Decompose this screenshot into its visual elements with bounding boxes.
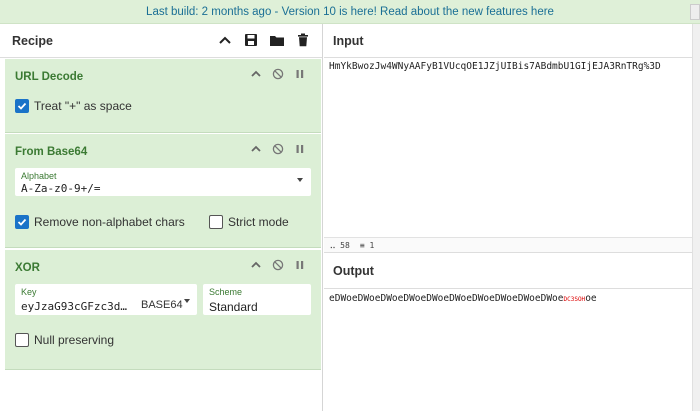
input-title: Input	[333, 33, 364, 48]
pause-icon[interactable]	[293, 142, 307, 156]
checkbox-checked-icon[interactable]	[15, 215, 29, 229]
alphabet-value: A-Za-z0-9+/=	[21, 182, 101, 195]
output-textarea[interactable]: eDWoeDWoeDWoeDWoeDWoeDWoeDWoeDWoeDWoeDWo…	[329, 293, 597, 304]
strict-mode-checkbox-row[interactable]: Strict mode	[209, 215, 289, 229]
op-controls	[249, 67, 307, 81]
recipe-pane: Recipe URL Decode Treat "+" as space Fro…	[0, 24, 323, 411]
last-build-link[interactable]: Last build: 2 months ago	[146, 6, 271, 18]
disable-icon[interactable]	[271, 142, 285, 156]
key-encoding-select[interactable]: BASE64	[141, 299, 183, 311]
output-text: eDWoeDWoeDWoeDWoeDWoeDWoeDWoeDWoeDWoeDWo…	[329, 293, 564, 304]
chevron-down-icon	[297, 178, 303, 182]
op-title: URL Decode	[15, 71, 84, 83]
length-icon: ‥	[330, 240, 336, 250]
treat-plus-checkbox-row[interactable]: Treat "+" as space	[15, 99, 132, 113]
checkbox-label: Null preserving	[34, 333, 115, 347]
save-icon[interactable]	[242, 31, 260, 49]
collapse-icon[interactable]	[249, 258, 263, 272]
collapse-all-icon[interactable]	[216, 31, 234, 49]
op-controls	[249, 258, 307, 272]
window-scrollbar[interactable]	[692, 24, 700, 411]
key-field[interactable]: Key eyJzaG93cGFzc3d… BASE64	[15, 284, 197, 315]
key-label: Key	[21, 287, 37, 297]
lines-value: 1	[369, 240, 375, 250]
output-header: Output	[324, 254, 700, 289]
checkbox-label: Strict mode	[228, 215, 289, 229]
op-xor: XOR Key eyJzaG93cGFzc3d… BASE64 Scheme S…	[5, 250, 321, 370]
output-tail: oe	[585, 293, 597, 304]
banner-close-button[interactable]	[690, 4, 700, 20]
checkbox-unchecked-icon[interactable]	[15, 333, 29, 347]
input-textarea[interactable]: HmYkBwozJw4WNyAAFyB1VUcqOE1JZjUIBis7ABdm…	[329, 61, 661, 72]
scheme-value: Standard	[209, 300, 258, 314]
alphabet-select[interactable]: Alphabet A-Za-z0-9+/=	[15, 168, 311, 196]
features-link[interactable]: here	[531, 6, 554, 18]
lines-icon: ≡	[359, 240, 365, 250]
remove-nonalpha-checkbox-row[interactable]: Remove non-alphabet chars	[15, 215, 185, 229]
output-title: Output	[333, 264, 374, 278]
input-pane: Input HmYkBwozJw4WNyAAFyB1VUcqOE1JZjUIBi…	[324, 24, 700, 237]
output-pane: Output eDWoeDWoeDWoeDWoeDWoeDWoeDWoeDWoe…	[324, 254, 700, 411]
op-title: XOR	[15, 262, 40, 274]
alphabet-label: Alphabet	[21, 171, 57, 181]
control-char-marker: DC3SOH	[563, 296, 586, 303]
checkbox-checked-icon[interactable]	[15, 99, 29, 113]
input-status-bar: ‥ 58 ≡ 1	[324, 237, 700, 253]
lines-stat: ≡ 1	[360, 241, 374, 250]
length-value: 58	[340, 240, 350, 250]
checkbox-label: Remove non-alphabet chars	[34, 215, 185, 229]
checkbox-label: Treat "+" as space	[34, 99, 132, 113]
recipe-title: Recipe	[12, 33, 53, 48]
pause-icon[interactable]	[293, 258, 307, 272]
collapse-icon[interactable]	[249, 67, 263, 81]
scheme-label: Scheme	[209, 287, 243, 297]
notification-banner: Last build: 2 months ago - Version 10 is…	[0, 0, 700, 24]
pause-icon[interactable]	[293, 67, 307, 81]
recipe-toolbar	[216, 31, 312, 49]
trash-icon[interactable]	[294, 31, 312, 49]
disable-icon[interactable]	[271, 67, 285, 81]
input-header: Input	[324, 24, 700, 58]
key-value[interactable]: eyJzaG93cGFzc3d…	[21, 300, 127, 313]
length-stat: ‥ 58	[330, 241, 350, 250]
disable-icon[interactable]	[271, 258, 285, 272]
banner-text: Last build: 2 months ago - Version 10 is…	[146, 5, 554, 18]
null-preserving-checkbox-row[interactable]: Null preserving	[15, 333, 114, 347]
op-title: From Base64	[15, 146, 88, 158]
checkbox-unchecked-icon[interactable]	[209, 215, 223, 229]
op-from-base64: From Base64 Alphabet A-Za-z0-9+/= Remove…	[5, 134, 321, 248]
chevron-down-icon	[184, 299, 190, 303]
folder-icon[interactable]	[268, 31, 286, 49]
scheme-select[interactable]: Scheme Standard	[203, 284, 311, 315]
collapse-icon[interactable]	[249, 142, 263, 156]
op-url-decode: URL Decode Treat "+" as space	[5, 59, 321, 133]
op-controls	[249, 142, 307, 156]
